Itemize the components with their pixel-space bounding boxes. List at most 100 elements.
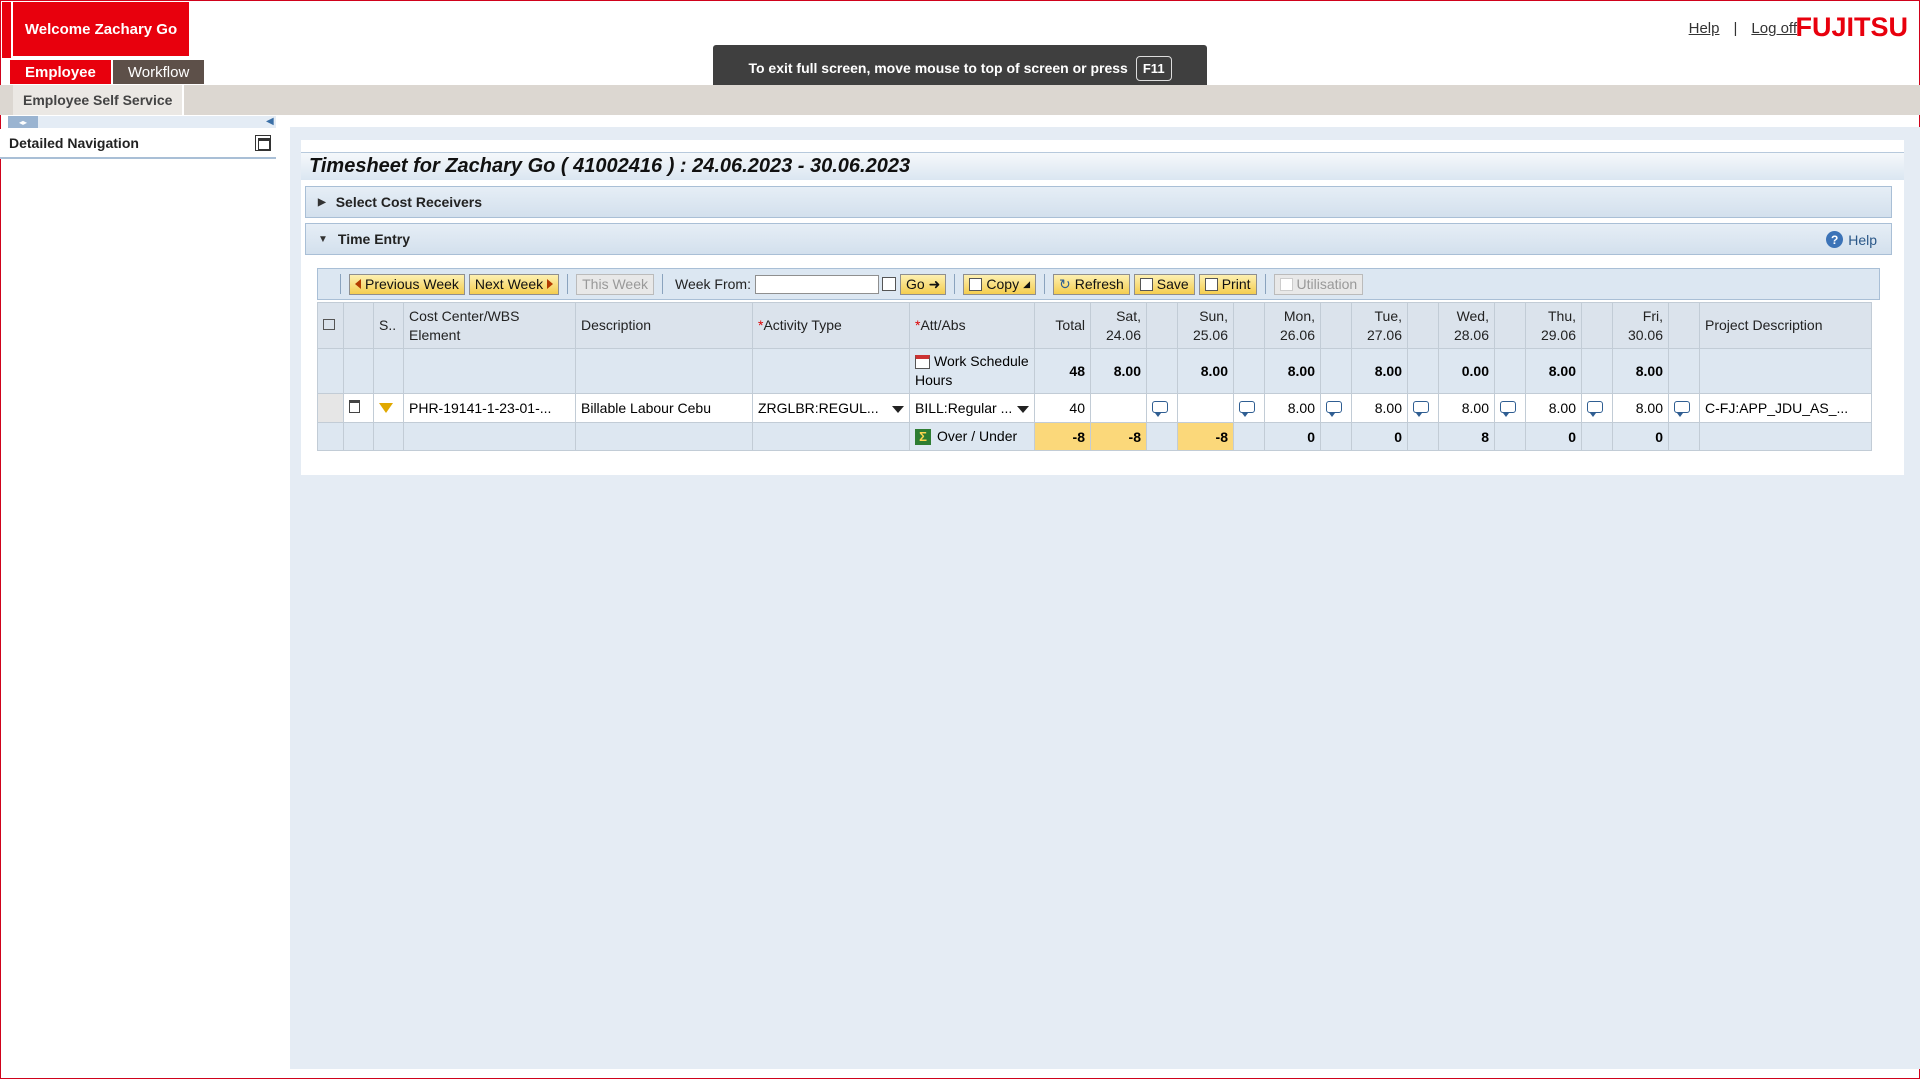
header-cost-center[interactable]: Cost Center/WBS Element	[403, 302, 576, 349]
empty-cell	[1233, 422, 1265, 451]
tray-help-label: Help	[1848, 231, 1877, 248]
tray-time-entry[interactable]: ▼ Time Entry ? Help	[305, 223, 1892, 255]
hours-input-fri[interactable]: 8.00	[1612, 393, 1669, 423]
dropdown-arrow-icon[interactable]	[1017, 406, 1029, 413]
previous-week-button[interactable]: Previous Week	[349, 273, 465, 295]
header-total[interactable]: Total	[1034, 302, 1091, 349]
table-header-row: S.. Cost Center/WBS Element Description …	[317, 302, 1872, 349]
header-fri[interactable]: Fri, 30.06	[1612, 302, 1669, 349]
tray-cost-title: Select Cost Receivers	[335, 194, 483, 210]
header-activity-type[interactable]: *Activity Type	[752, 302, 910, 349]
comment-icon[interactable]	[1413, 401, 1429, 417]
header-tue[interactable]: Tue, 27.06	[1351, 302, 1408, 349]
comment-icon[interactable]	[1326, 401, 1342, 417]
header-wed[interactable]: Wed, 28.06	[1438, 302, 1495, 349]
header-sun[interactable]: Sun, 25.06	[1177, 302, 1234, 349]
next-week-button[interactable]: Next Week	[468, 273, 560, 295]
comment-icon[interactable]	[1587, 401, 1603, 417]
tray-select-cost-receivers[interactable]: ▶ Select Cost Receivers	[305, 186, 1892, 218]
go-button[interactable]: Go ➜	[899, 273, 947, 295]
header-mon[interactable]: Mon, 26.06	[1264, 302, 1321, 349]
logoff-link[interactable]: Log off	[1751, 20, 1797, 37]
timesheet-toolbar: Previous Week Next Week This Week Week F…	[317, 268, 1880, 300]
cost-center-cell[interactable]: PHR-19141-1-23-01-...	[403, 393, 576, 423]
header-thu[interactable]: Thu, 29.06	[1525, 302, 1582, 349]
work-schedule-row: Work Schedule Hours 48 8.00 8.00 8.00 8.…	[317, 348, 1872, 394]
print-button[interactable]: Print	[1198, 273, 1257, 295]
welcome-banner: Welcome Zachary Go	[13, 2, 189, 56]
att-abs-select[interactable]: BILL:Regular ...	[909, 393, 1035, 423]
over-under-label-cell: Σ Over / Under	[909, 422, 1035, 451]
comment-cell-sat[interactable]	[1146, 393, 1178, 423]
print-label: Print	[1221, 276, 1251, 292]
empty-cell	[1494, 348, 1526, 394]
refresh-button[interactable]: ↻ Refresh	[1053, 273, 1130, 295]
empty-cell	[575, 422, 753, 451]
comment-icon[interactable]	[1239, 401, 1255, 417]
empty-cell	[1699, 348, 1872, 394]
hours-input-sun[interactable]	[1177, 393, 1234, 423]
schedule-thu: 8.00	[1525, 348, 1582, 394]
utilisation-label: Utilisation	[1296, 276, 1358, 292]
copy-button[interactable]: Copy ◢	[963, 273, 1037, 295]
header-status[interactable]: S..	[373, 302, 404, 349]
trash-icon[interactable]	[349, 400, 360, 413]
maximize-icon[interactable]	[255, 135, 271, 151]
tray-help-button[interactable]: ? Help	[1826, 231, 1877, 248]
header-description[interactable]: Description	[575, 302, 753, 349]
empty-cell	[343, 422, 374, 451]
tab-workflow[interactable]: Workflow	[112, 60, 207, 84]
subtab-employee-self-service[interactable]: Employee Self Service	[13, 85, 185, 115]
header-project-description[interactable]: Project Description	[1699, 302, 1872, 349]
work-schedule-label-cell: Work Schedule Hours	[909, 348, 1035, 394]
dropdown-arrow-icon[interactable]	[892, 406, 904, 413]
empty-cell	[1320, 348, 1352, 394]
comment-icon[interactable]	[1152, 401, 1168, 417]
utilisation-button[interactable]: Utilisation	[1273, 273, 1364, 295]
comment-cell-fri[interactable]	[1668, 393, 1700, 423]
hours-input-wed[interactable]: 8.00	[1438, 393, 1495, 423]
week-from-input[interactable]	[754, 274, 879, 294]
hours-input-sat[interactable]	[1090, 393, 1147, 423]
toolbar-separator	[567, 274, 569, 294]
sub-navigation-bar: Employee Self Service	[0, 85, 1920, 115]
comment-cell-wed[interactable]	[1494, 393, 1526, 423]
header-att-abs[interactable]: *Att/Abs	[909, 302, 1035, 349]
week-from-label: Week From:	[675, 276, 751, 292]
comment-cell-mon[interactable]	[1320, 393, 1352, 423]
att-abs-value: BILL:Regular ...	[915, 400, 1013, 416]
tab-employee[interactable]: Employee	[10, 60, 113, 84]
help-link[interactable]: Help	[1689, 20, 1720, 37]
hours-input-tue[interactable]: 8.00	[1351, 393, 1408, 423]
over-under-thu: 0	[1525, 422, 1582, 451]
comment-cell-sun[interactable]	[1233, 393, 1265, 423]
this-week-button[interactable]: This Week	[576, 273, 654, 295]
copy-label: Copy	[986, 276, 1020, 292]
nav-collapse-icon[interactable]: ◀	[266, 116, 274, 127]
go-label: Go	[905, 276, 925, 292]
calendar-picker-icon[interactable]	[881, 277, 896, 291]
activity-type-select[interactable]: ZRGLBR:REGUL...	[752, 393, 910, 423]
comment-icon[interactable]	[1674, 401, 1690, 417]
nav-resize-arrows-icon[interactable]: ◂▸	[8, 116, 38, 128]
schedule-sat: 8.00	[1090, 348, 1147, 394]
empty-cell	[752, 422, 910, 451]
save-button[interactable]: Save	[1133, 273, 1195, 295]
fujitsu-logo: FUJITSU	[1795, 12, 1908, 42]
row-selector[interactable]	[317, 393, 344, 423]
status-triangle-icon	[379, 403, 393, 413]
activity-type-value: ZRGLBR:REGUL...	[758, 400, 879, 416]
delete-row-cell[interactable]	[343, 393, 374, 423]
header-sat[interactable]: Sat, 24.06	[1090, 302, 1147, 349]
hours-input-mon[interactable]: 8.00	[1264, 393, 1321, 423]
collapse-caret-icon: ▼	[318, 233, 328, 245]
header-day: Fri,	[1642, 307, 1663, 324]
column-settings-header[interactable]	[317, 302, 344, 349]
hours-input-thu[interactable]: 8.00	[1525, 393, 1582, 423]
comment-icon[interactable]	[1500, 401, 1516, 417]
comment-cell-tue[interactable]	[1407, 393, 1439, 423]
refresh-label: Refresh	[1074, 276, 1124, 292]
comment-cell-thu[interactable]	[1581, 393, 1613, 423]
sigma-icon: Σ	[915, 429, 931, 446]
schedule-sun: 8.00	[1177, 348, 1234, 394]
